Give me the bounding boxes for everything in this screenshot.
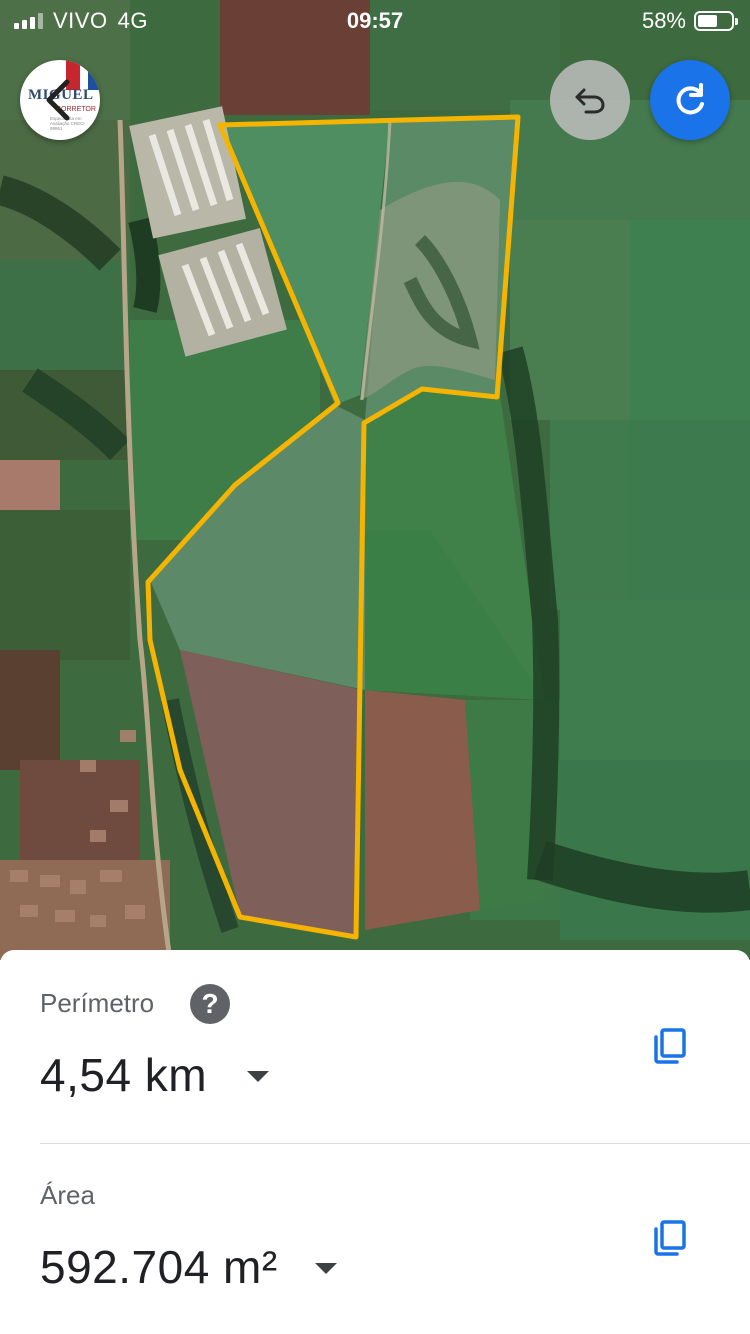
undo-button[interactable] xyxy=(550,60,630,140)
map-terrain xyxy=(0,0,750,960)
copy-area-icon[interactable] xyxy=(650,1218,690,1258)
redo-button[interactable] xyxy=(650,60,730,140)
perimeter-label: Perímetro xyxy=(40,988,155,1018)
status-bar: VIVO 4G 09:57 58% xyxy=(0,0,750,40)
area-unit-dropdown-icon[interactable] xyxy=(315,1263,337,1274)
battery-icon xyxy=(694,11,738,31)
battery-percent: 58% xyxy=(641,8,686,33)
undo-arrow-icon xyxy=(575,88,605,114)
status-right: 58% xyxy=(641,8,738,34)
back-chevron-icon xyxy=(46,79,70,121)
measurement-sheet: Perímetro ? 4,54 km Área 592.704 m² xyxy=(0,950,750,1334)
copy-perimeter-icon[interactable] xyxy=(650,1026,690,1066)
area-value: 592.704 m² xyxy=(40,1241,278,1293)
area-label: Área xyxy=(40,1180,95,1210)
redo-arrow-icon xyxy=(676,83,704,115)
status-time: 09:57 xyxy=(346,8,404,33)
satellite-map[interactable]: VIVO 4G 09:57 58% MIGUEL CORRETOR Especi… xyxy=(0,0,750,960)
perimeter-value: 4,54 km xyxy=(40,1049,208,1101)
perimeter-unit-dropdown-icon[interactable] xyxy=(247,1071,269,1082)
help-icon[interactable]: ? xyxy=(190,984,230,1024)
back-button[interactable]: MIGUEL CORRETOR Especialista em Avaliaçã… xyxy=(20,60,100,140)
divider xyxy=(40,1143,750,1144)
